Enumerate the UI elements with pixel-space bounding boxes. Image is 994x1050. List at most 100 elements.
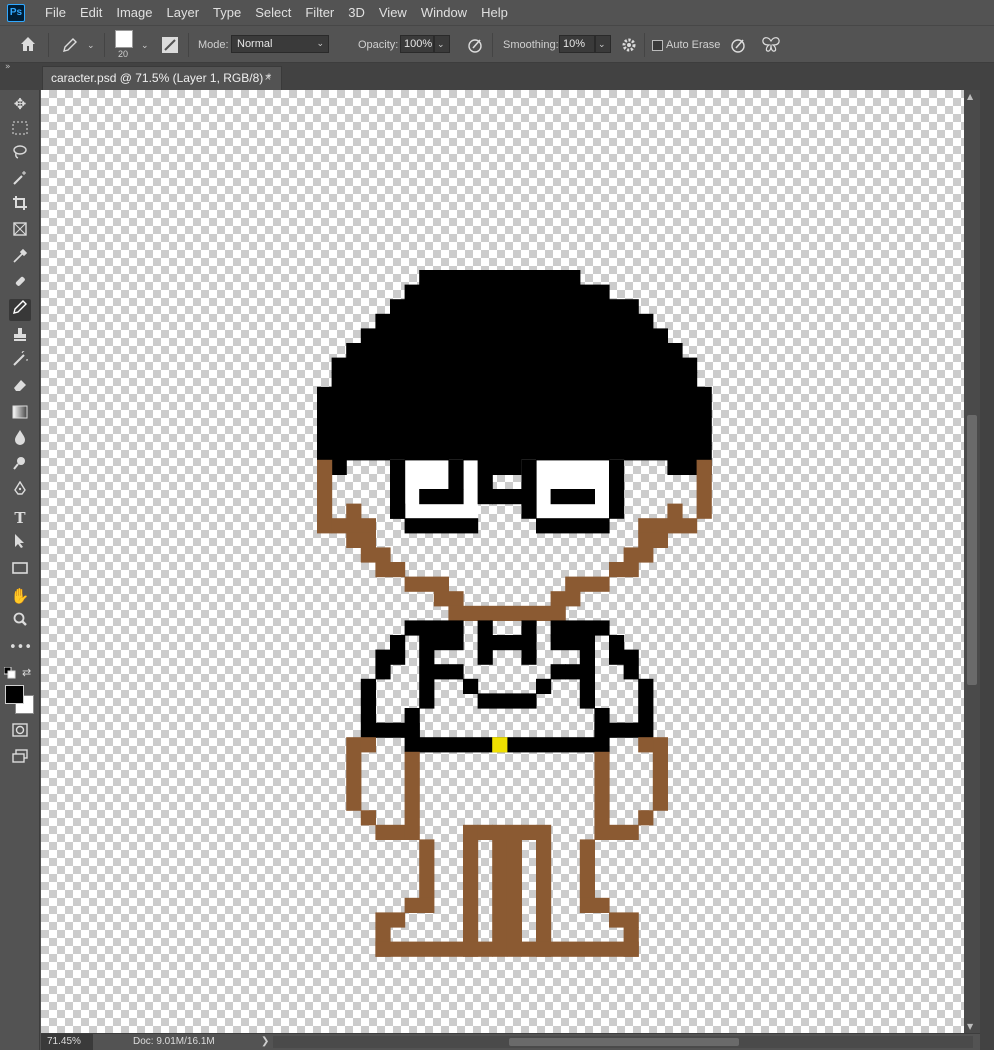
vertical-scroll-thumb[interactable] xyxy=(967,415,977,685)
arm-outline xyxy=(404,751,420,840)
menu-help[interactable]: Help xyxy=(481,5,508,20)
hair-pixel-row xyxy=(317,386,712,402)
dodge-tool-icon[interactable] xyxy=(9,455,31,477)
shirt-outline xyxy=(521,620,537,651)
type-tool-icon[interactable]: T xyxy=(9,507,31,529)
vertical-scrollbar[interactable]: ▲ ▼ xyxy=(964,90,980,1033)
menu-select[interactable]: Select xyxy=(255,5,291,20)
clone-stamp-tool-icon[interactable] xyxy=(9,326,31,348)
document-canvas[interactable] xyxy=(41,90,964,1033)
collapse-panel-icon[interactable]: » xyxy=(5,62,11,72)
healing-brush-tool-icon[interactable] xyxy=(9,273,31,295)
move-tool-icon[interactable]: ✥ xyxy=(9,93,31,115)
symmetry-butterfly-icon[interactable] xyxy=(760,35,782,58)
opacity-dropdown[interactable]: ⌄ xyxy=(434,35,450,53)
photoshop-logo-icon[interactable]: Ps xyxy=(7,3,25,22)
arm-outline xyxy=(360,810,376,826)
horizontal-scrollbar[interactable] xyxy=(273,1036,973,1048)
leg-outline xyxy=(492,839,508,957)
status-menu-arrow-icon[interactable]: ❯ xyxy=(261,1034,269,1049)
face-outline xyxy=(638,532,668,548)
gear-icon[interactable] xyxy=(620,36,638,57)
face-outline xyxy=(667,503,683,519)
hand-tool-icon[interactable]: ✋ xyxy=(9,585,31,607)
arm-outline xyxy=(638,737,654,753)
auto-erase-checkbox[interactable] xyxy=(652,40,663,51)
pencil-tool-icon[interactable] xyxy=(9,299,31,321)
hair-pixel-row xyxy=(317,445,712,461)
path-selection-tool-icon[interactable] xyxy=(9,533,31,555)
home-icon[interactable] xyxy=(18,34,38,57)
eraser-tool-icon[interactable] xyxy=(9,377,31,399)
smoothing-label: Smoothing: xyxy=(503,39,559,51)
rectangle-tool-icon[interactable] xyxy=(9,559,31,581)
swap-colors-icon[interactable]: ⇄ xyxy=(22,666,31,679)
default-colors-icon[interactable] xyxy=(3,666,16,679)
brush-panel-icon[interactable] xyxy=(160,35,180,58)
menu-window[interactable]: Window xyxy=(421,5,467,20)
shirt-bow xyxy=(492,635,522,651)
menu-filter[interactable]: Filter xyxy=(305,5,334,20)
scroll-up-icon[interactable]: ▲ xyxy=(967,92,973,101)
hair-pixel-row xyxy=(317,416,712,432)
glasses-frame xyxy=(390,503,406,519)
face-outline xyxy=(317,518,333,534)
quick-mask-icon[interactable] xyxy=(9,721,31,743)
leg-outline xyxy=(536,824,552,957)
face-outline xyxy=(696,459,712,519)
shirt-outline xyxy=(550,635,595,651)
opacity-label: Opacity: xyxy=(358,39,399,51)
chevron-down-icon[interactable]: ⌄ xyxy=(87,40,95,51)
shirt-outline xyxy=(404,708,420,738)
chevron-down-icon[interactable]: ⌄ xyxy=(141,40,149,51)
glasses-frame xyxy=(404,445,449,461)
face-outline xyxy=(331,518,376,534)
zoom-tool-icon[interactable] xyxy=(9,611,31,633)
pencil-preset-icon[interactable] xyxy=(60,35,80,58)
scroll-down-icon[interactable]: ▼ xyxy=(967,1022,973,1031)
menu-file[interactable]: File xyxy=(45,5,66,20)
shirt-outline xyxy=(419,649,435,709)
opacity-field[interactable]: 100% xyxy=(400,35,434,53)
history-brush-tool-icon[interactable] xyxy=(9,349,33,373)
zoom-level-field[interactable]: 71.45% xyxy=(41,1034,93,1050)
smoothing-dropdown[interactable]: ⌄ xyxy=(595,35,611,53)
pixel-art-character xyxy=(317,270,712,957)
marquee-tool-icon[interactable] xyxy=(9,119,31,141)
screen-mode-icon[interactable] xyxy=(9,747,31,769)
mode-select[interactable]: Normal ⌄ xyxy=(231,35,329,53)
pressure-opacity-icon[interactable] xyxy=(465,35,485,58)
menu-type[interactable]: Type xyxy=(213,5,241,20)
brush-size-swatch[interactable] xyxy=(115,30,133,48)
menu-layer[interactable]: Layer xyxy=(167,5,200,20)
eyedropper-tool-icon[interactable] xyxy=(9,248,31,270)
glasses-frame xyxy=(477,459,493,505)
horizontal-scroll-thumb[interactable] xyxy=(509,1038,739,1046)
pen-tool-icon[interactable] xyxy=(9,480,31,503)
foreground-color-swatch[interactable] xyxy=(5,685,24,704)
options-bar: ⌄ 20 ⌄ Mode: Normal ⌄ Opacity: 100% ⌄ Sm… xyxy=(0,25,994,63)
document-tab[interactable]: caracter.psd @ 71.5% (Layer 1, RGB/8) * … xyxy=(42,66,282,90)
crop-tool-icon[interactable] xyxy=(9,195,31,217)
separator xyxy=(104,33,105,57)
menu-3d[interactable]: 3D xyxy=(348,5,365,20)
leg-outline xyxy=(506,839,522,957)
gradient-tool-icon[interactable] xyxy=(9,403,31,425)
frame-tool-icon[interactable] xyxy=(9,221,31,243)
more-tools-icon[interactable]: ••• xyxy=(9,637,32,659)
menu-view[interactable]: View xyxy=(379,5,407,20)
close-icon[interactable]: × xyxy=(265,67,271,89)
document-info[interactable]: Doc: 9.01M/16.1M xyxy=(133,1034,215,1049)
shirt-outline xyxy=(579,649,595,709)
lasso-tool-icon[interactable] xyxy=(9,144,31,166)
menu-image[interactable]: Image xyxy=(116,5,152,20)
shirt-bow xyxy=(521,649,537,665)
pressure-size-icon[interactable] xyxy=(728,35,748,58)
blur-tool-icon[interactable] xyxy=(9,429,31,451)
shirt-bow xyxy=(477,649,493,665)
magic-wand-tool-icon[interactable] xyxy=(9,170,31,192)
hand-outline xyxy=(375,824,406,840)
glasses-frame xyxy=(609,459,625,519)
menu-edit[interactable]: Edit xyxy=(80,5,102,20)
smoothing-field[interactable]: 10% xyxy=(559,35,595,53)
